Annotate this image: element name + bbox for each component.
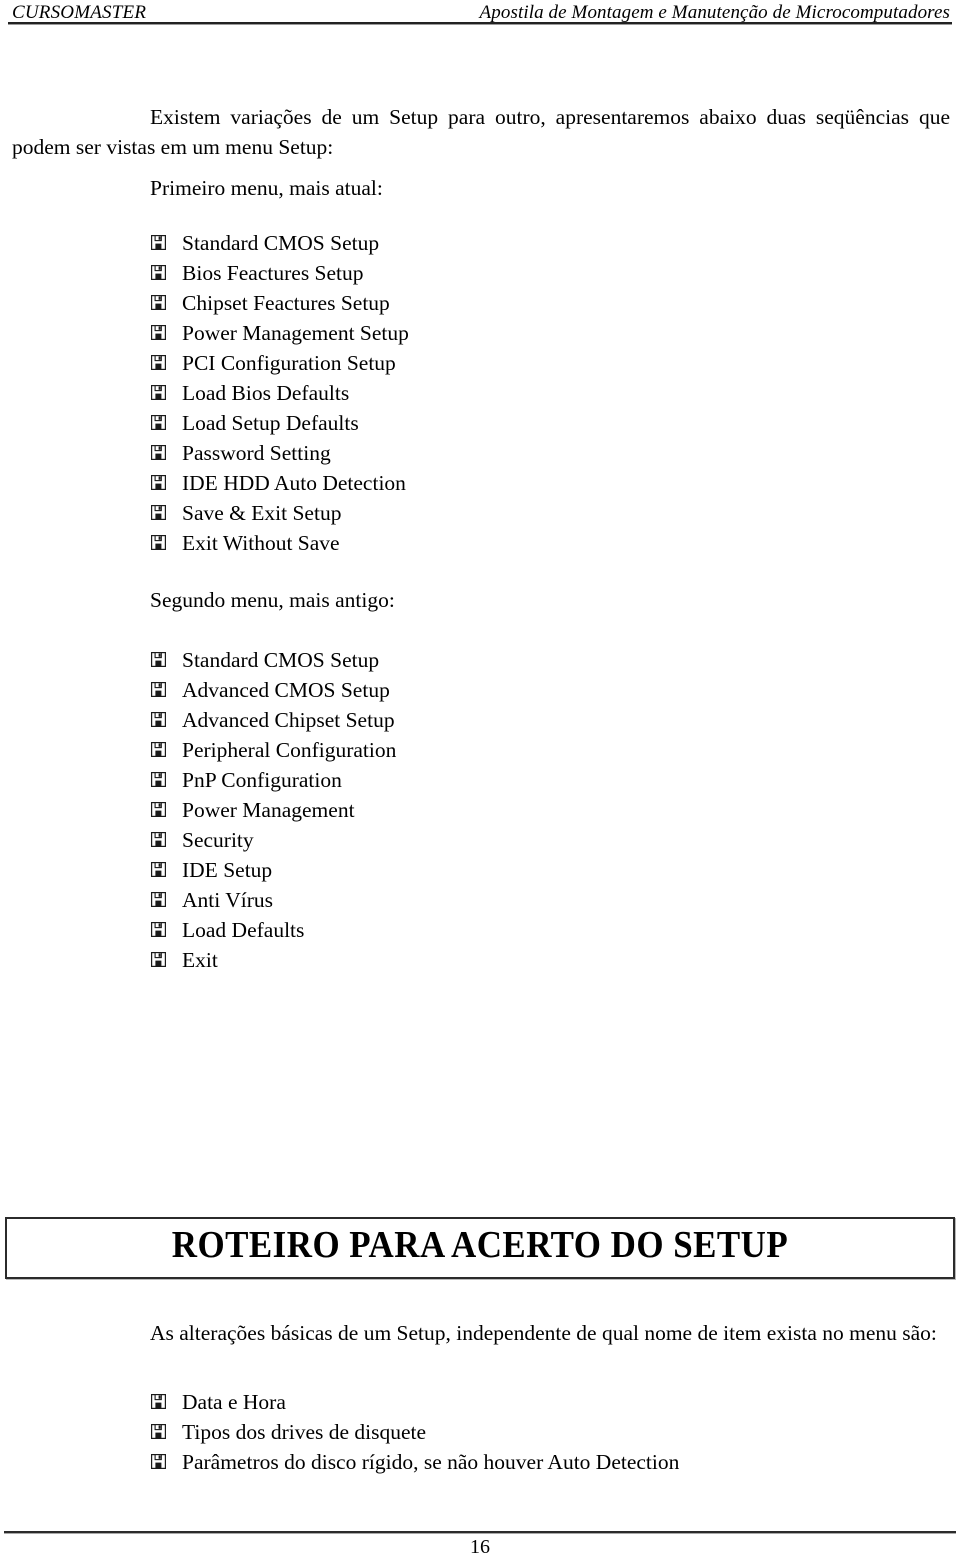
list-item-label: Password Setting <box>182 441 331 465</box>
floppy-disk-icon <box>151 535 166 550</box>
floppy-disk-icon <box>151 415 166 430</box>
list-item: Power Management <box>150 795 396 825</box>
list-item: Advanced Chipset Setup <box>150 705 396 735</box>
floppy-disk-icon <box>151 265 166 280</box>
list-item: IDE HDD Auto Detection <box>150 468 409 498</box>
list-item-label: Security <box>182 828 254 852</box>
list-item: Load Defaults <box>150 915 396 945</box>
list-item: Tipos dos drives de disquete <box>150 1417 679 1447</box>
list-item: Parâmetros do disco rígido, se não houve… <box>150 1447 679 1477</box>
list-item: Password Setting <box>150 438 409 468</box>
header-course-name: CURSOMASTER <box>12 2 147 23</box>
header-divider-rule <box>8 22 952 25</box>
floppy-disk-icon <box>151 892 166 907</box>
floppy-disk-icon <box>151 505 166 520</box>
intro-paragraph: Existem variações de um Setup para outro… <box>12 104 950 159</box>
floppy-disk-icon <box>151 475 166 490</box>
changes-list: Data e Hora Tipos dos drives de disquete P… <box>150 1387 679 1477</box>
list-item-label: Bios Feactures Setup <box>182 261 364 285</box>
list-item-label: Exit Without Save <box>182 531 340 555</box>
list-item-label: Exit <box>182 948 218 972</box>
floppy-disk-icon <box>151 802 166 817</box>
footer-divider-rule <box>4 1531 956 1534</box>
list-item-label: Anti Vírus <box>182 888 273 912</box>
list-item-label: IDE HDD Auto Detection <box>182 471 406 495</box>
section-title: ROTEIRO PARA ACERTO DO SETUP <box>171 1224 789 1266</box>
section-paragraph: As alterações básicas de um Setup, indep… <box>150 1320 937 1345</box>
list-item-label: Standard CMOS Setup <box>182 648 380 672</box>
list-item: IDE Setup <box>150 855 396 885</box>
page-number: 16 <box>470 1536 490 1558</box>
floppy-disk-icon <box>151 445 166 460</box>
list-item-label: Advanced Chipset Setup <box>182 708 395 732</box>
header-document-title: Apostila de Montagem e Manutenção de Mic… <box>479 2 950 23</box>
list-item: Bios Feactures Setup <box>150 258 409 288</box>
floppy-disk-icon <box>151 295 166 310</box>
list-item-label: Peripheral Configuration <box>182 738 397 762</box>
floppy-disk-icon <box>151 712 166 727</box>
list-item-label: Tipos dos drives de disquete <box>182 1420 427 1444</box>
floppy-disk-icon <box>151 235 166 250</box>
second-menu-heading: Segundo menu, mais antigo: <box>150 588 395 612</box>
list-item-label: Load Defaults <box>182 918 305 942</box>
floppy-disk-icon <box>151 1454 166 1469</box>
list-item: Save & Exit Setup <box>150 498 409 528</box>
list-item-label: Advanced CMOS Setup <box>182 678 390 702</box>
list-item: Power Management Setup <box>150 318 409 348</box>
list-item: Standard CMOS Setup <box>150 645 396 675</box>
list-item-label: Power Management Setup <box>182 321 409 345</box>
floppy-disk-icon <box>151 355 166 370</box>
floppy-disk-icon <box>151 1394 166 1409</box>
list-item-label: IDE Setup <box>182 858 273 882</box>
floppy-disk-icon <box>151 1424 166 1439</box>
list-item: Advanced CMOS Setup <box>150 675 396 705</box>
list-item-label: PnP Configuration <box>182 768 342 792</box>
floppy-disk-icon <box>151 952 166 967</box>
list-item-label: Standard CMOS Setup <box>182 231 380 255</box>
list-item: Chipset Feactures Setup <box>150 288 409 318</box>
list-item-label: Load Setup Defaults <box>182 411 359 435</box>
first-menu-list: Standard CMOS Setup Bios Feactures Setup C… <box>150 228 409 558</box>
list-item: Anti Vírus <box>150 885 396 915</box>
list-item: Standard CMOS Setup <box>150 228 409 258</box>
first-menu-heading: Primeiro menu, mais atual: <box>150 176 383 200</box>
list-item: Load Setup Defaults <box>150 408 409 438</box>
floppy-disk-icon <box>151 742 166 757</box>
list-item: PCI Configuration Setup <box>150 348 409 378</box>
list-item-label: Load Bios Defaults <box>182 381 350 405</box>
list-item-label: Chipset Feactures Setup <box>182 291 390 315</box>
floppy-disk-icon <box>151 325 166 340</box>
floppy-disk-icon <box>151 772 166 787</box>
section-title-box: ROTEIRO PARA ACERTO DO SETUP <box>5 1217 955 1279</box>
list-item-label: PCI Configuration Setup <box>182 351 396 375</box>
second-menu-list: Standard CMOS Setup Advanced CMOS Setup Ad… <box>150 645 396 975</box>
list-item: Exit Without Save <box>150 528 409 558</box>
list-item-label: Save & Exit Setup <box>182 501 342 525</box>
floppy-disk-icon <box>151 922 166 937</box>
list-item-label: Power Management <box>182 798 355 822</box>
floppy-disk-icon <box>151 385 166 400</box>
floppy-disk-icon <box>151 862 166 877</box>
list-item-label: Parâmetros do disco rígido, se não houve… <box>182 1450 680 1474</box>
floppy-disk-icon <box>151 652 166 667</box>
list-item: Load Bios Defaults <box>150 378 409 408</box>
list-item: PnP Configuration <box>150 765 396 795</box>
list-item: Exit <box>150 945 396 975</box>
list-item: Data e Hora <box>150 1387 679 1417</box>
list-item-label: Data e Hora <box>182 1390 286 1414</box>
floppy-disk-icon <box>151 682 166 697</box>
list-item: Security <box>150 825 396 855</box>
list-item: Peripheral Configuration <box>150 735 396 765</box>
floppy-disk-icon <box>151 832 166 847</box>
